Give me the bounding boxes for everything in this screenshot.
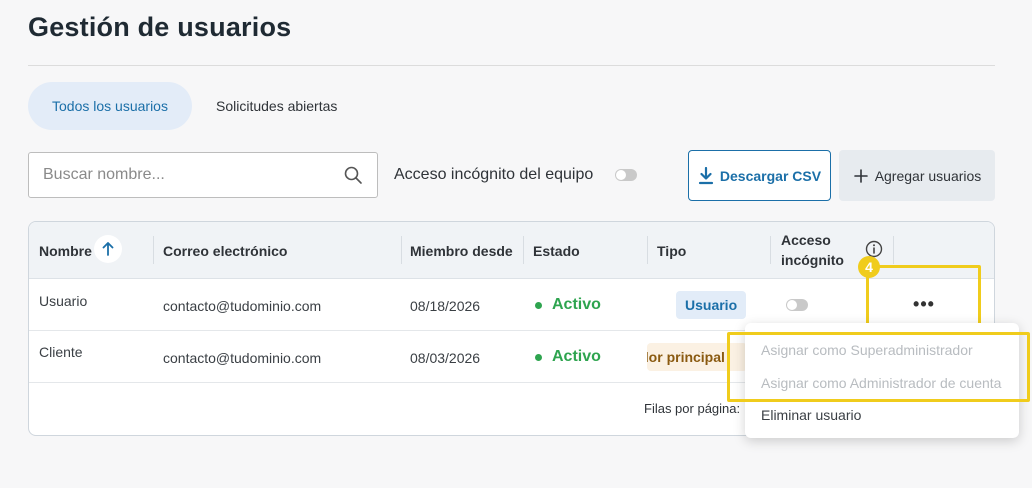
header-status: Estado bbox=[533, 243, 580, 259]
header-incognito-line1: Acceso bbox=[781, 232, 831, 248]
row-email: contacto@tudominio.com bbox=[163, 298, 322, 314]
sort-ascending-icon[interactable] bbox=[94, 235, 122, 263]
download-icon bbox=[698, 166, 714, 184]
search-box bbox=[28, 152, 378, 198]
add-users-button[interactable]: Agregar usuarios bbox=[839, 150, 995, 201]
column-separator bbox=[153, 236, 154, 264]
column-separator bbox=[770, 236, 771, 264]
search-input[interactable] bbox=[43, 166, 343, 184]
row-incognito-toggle[interactable] bbox=[786, 299, 808, 311]
highlight-box bbox=[866, 265, 981, 326]
row-type: Administrador principal bbox=[647, 349, 725, 365]
status-dot bbox=[535, 301, 542, 309]
row-status: Activo bbox=[552, 348, 601, 365]
search-icon[interactable] bbox=[343, 165, 363, 185]
page-title: Gestión de usuarios bbox=[28, 12, 292, 42]
team-incognito-toggle[interactable] bbox=[615, 169, 637, 181]
header-member-since: Miembro desde bbox=[410, 243, 513, 259]
table-header: Nombre Correo electrónico Miembro desde … bbox=[29, 222, 994, 279]
column-separator bbox=[401, 236, 402, 264]
plus-icon bbox=[853, 168, 868, 183]
highlight-box bbox=[727, 332, 1030, 402]
row-member-since: 08/03/2026 bbox=[410, 350, 481, 366]
row-name: Usuario bbox=[39, 293, 88, 309]
title-divider bbox=[28, 65, 995, 66]
row-name: Cliente bbox=[39, 344, 83, 360]
column-separator bbox=[893, 236, 894, 264]
row-email: contacto@tudominio.com bbox=[163, 350, 322, 366]
column-separator bbox=[647, 236, 648, 264]
status-dot bbox=[535, 353, 542, 361]
row-status: Activo bbox=[552, 296, 601, 313]
download-csv-label: Descargar CSV bbox=[719, 167, 822, 184]
header-name[interactable]: Nombre bbox=[39, 243, 92, 259]
add-users-label: Agregar usuarios bbox=[874, 167, 982, 184]
header-email: Correo electrónico bbox=[163, 243, 288, 259]
row-member-since: 08/18/2026 bbox=[410, 298, 481, 314]
header-incognito-line2: incógnito bbox=[781, 252, 844, 268]
tab-open-requests[interactable]: Solicitudes abiertas bbox=[192, 82, 361, 130]
column-separator bbox=[523, 236, 524, 264]
team-incognito-label: Acceso incógnito del equipo bbox=[394, 166, 594, 183]
status-badge: Activo bbox=[535, 348, 601, 366]
menu-item-delete-user[interactable]: Eliminar usuario bbox=[761, 407, 861, 423]
status-badge: Activo bbox=[535, 296, 601, 314]
step-badge: 4 bbox=[858, 256, 880, 278]
header-type: Tipo bbox=[657, 243, 687, 259]
download-csv-button[interactable]: Descargar CSV bbox=[688, 150, 831, 201]
rows-per-page-label: Filas por página: bbox=[644, 401, 741, 416]
type-badge: Usuario bbox=[676, 291, 747, 319]
tab-all-users[interactable]: Todos los usuarios bbox=[28, 82, 192, 130]
